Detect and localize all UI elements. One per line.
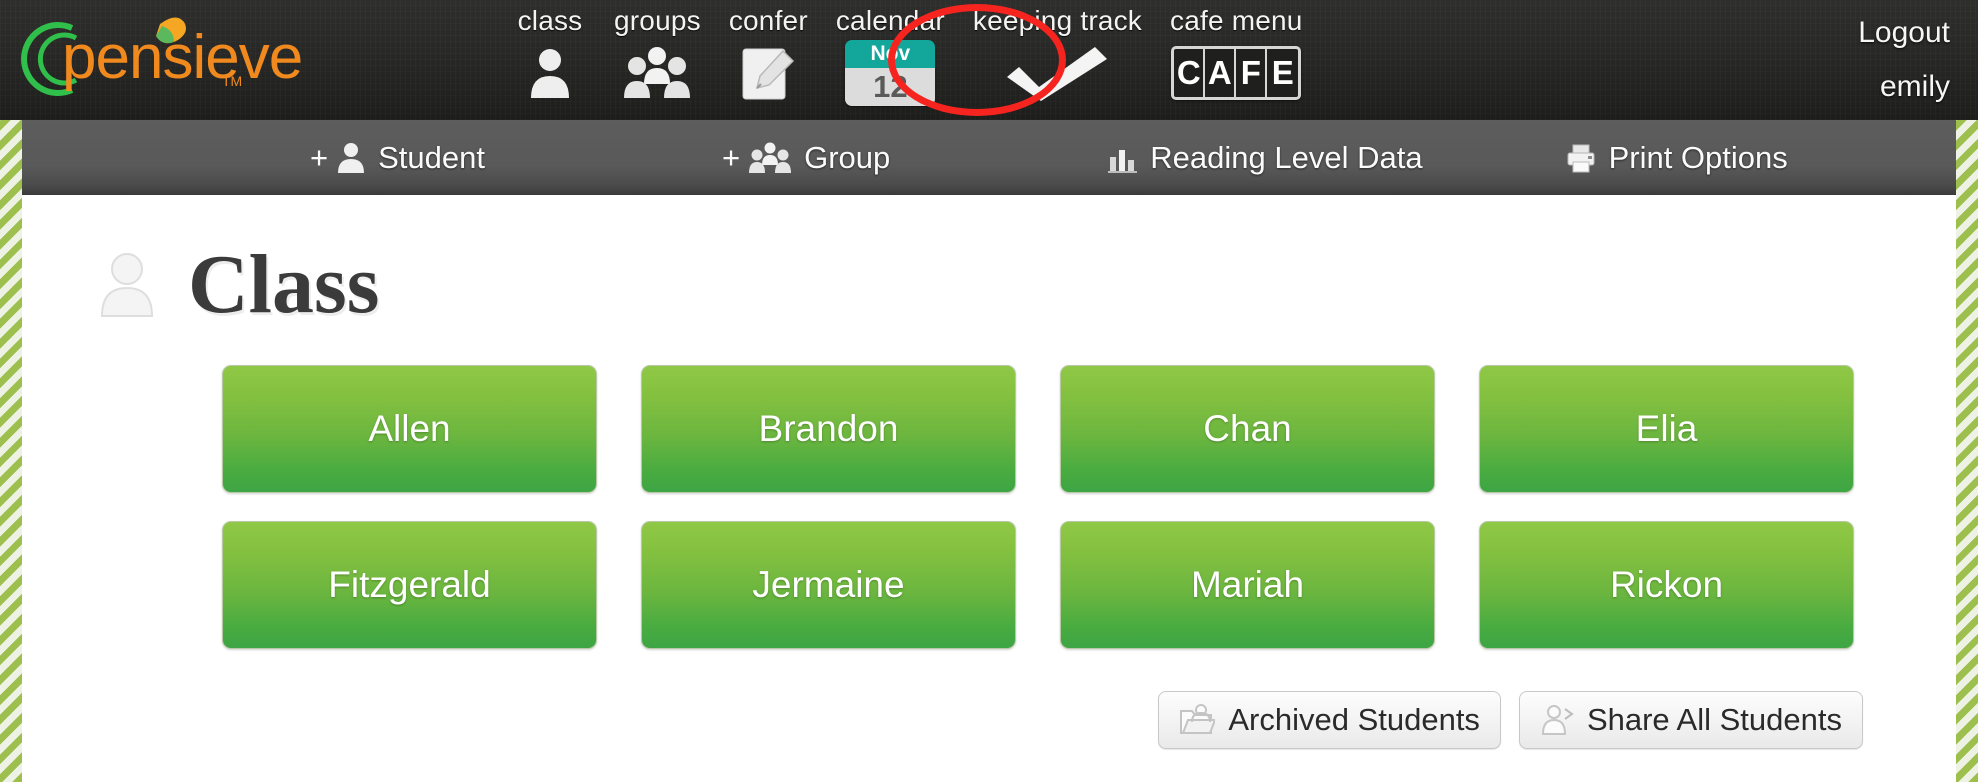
add-student-label: Student [378, 139, 485, 175]
print-options-label: Print Options [1608, 139, 1788, 175]
pensieve-logo[interactable]: pensieve TM [10, 6, 330, 112]
add-person-icon [336, 141, 366, 175]
student-button[interactable]: Brandon [641, 365, 1016, 493]
add-group-icon [748, 141, 792, 175]
cafe-letter-c: C [1174, 49, 1206, 97]
student-name: Elia [1635, 408, 1698, 449]
nav-item-confer[interactable]: confer [715, 0, 822, 104]
add-group-label: Group [804, 139, 891, 175]
student-name: Fitzgerald [328, 564, 491, 605]
nav-item-groups[interactable]: groups [600, 0, 715, 104]
page-person-icon [96, 250, 158, 320]
nav-label-cafe-menu: cafe menu [1170, 5, 1303, 36]
nav-item-cafe-menu[interactable]: cafe menu C A F E [1156, 0, 1317, 104]
archived-students-button[interactable]: Archived Students [1158, 691, 1501, 749]
nav-item-class[interactable]: class [500, 0, 600, 104]
add-group-button[interactable]: + Group [722, 140, 890, 176]
cafe-letter-f: F [1236, 49, 1268, 97]
printer-icon [1565, 142, 1597, 174]
archived-students-label: Archived Students [1228, 702, 1480, 737]
student-name: Chan [1203, 408, 1292, 449]
nav-item-keeping-track[interactable]: keeping track [959, 0, 1156, 104]
logout-link[interactable]: Logout [1858, 17, 1950, 49]
student-button[interactable]: Chan [1060, 365, 1435, 493]
folder-person-icon [1179, 703, 1216, 737]
checkmark-icon [1001, 42, 1113, 104]
footer-actions: Archived Students Share All Students [22, 649, 1956, 749]
user-menu: Logout emily [1858, 0, 1950, 120]
student-name: Allen [368, 408, 451, 449]
cafe-letter-a: A [1205, 49, 1237, 97]
page-title: Class [188, 238, 380, 331]
student-name: Mariah [1190, 564, 1305, 605]
nav-label-confer: confer [728, 5, 808, 36]
group-icon [622, 42, 692, 104]
student-button[interactable]: Allen [222, 365, 597, 493]
add-student-button[interactable]: + Student [310, 140, 485, 176]
share-all-students-label: Share All Students [1586, 702, 1842, 737]
left-striped-rail [0, 120, 22, 782]
print-options-button[interactable]: Print Options [1565, 139, 1788, 175]
student-button[interactable]: Jermaine [641, 521, 1016, 649]
reading-level-data-label: Reading Level Data [1150, 139, 1423, 175]
trademark-mark: TM [222, 73, 242, 89]
username-label[interactable]: emily [1880, 71, 1950, 103]
person-icon [521, 42, 579, 104]
student-name: Brandon [758, 408, 899, 449]
share-all-students-button[interactable]: Share All Students [1518, 691, 1863, 749]
student-name: Rickon [1609, 564, 1724, 605]
nav-label-calendar: calendar [835, 5, 945, 36]
action-toolbar: + Student + Group Reading Level Data Pri… [22, 120, 1956, 195]
calendar-month: Nov [845, 40, 936, 68]
person-share-icon [1540, 703, 1574, 737]
nav-label-class: class [517, 5, 583, 36]
top-header: pensieve TM class groups confer calendar… [0, 0, 1978, 120]
add-group-prefix: + [721, 139, 741, 175]
main-nav: class groups confer calendar Nov 12 keep… [500, 0, 1317, 120]
student-name: Jermaine [752, 564, 905, 605]
main-content: Class Allen Brandon Chan Elia Fitzgerald… [22, 195, 1956, 782]
nav-label-groups: groups [614, 5, 701, 36]
student-button[interactable]: Rickon [1479, 521, 1854, 649]
calendar-day: 12 [845, 68, 936, 106]
student-grid: Allen Brandon Chan Elia Fitzgerald Jerma… [22, 365, 1956, 649]
student-button[interactable]: Mariah [1060, 521, 1435, 649]
student-button[interactable]: Fitzgerald [222, 521, 597, 649]
add-student-prefix: + [310, 139, 329, 175]
student-button[interactable]: Elia [1479, 365, 1854, 493]
right-striped-rail [1956, 120, 1978, 782]
calendar-icon: Nov 12 [845, 40, 936, 106]
reading-level-data-button[interactable]: Reading Level Data [1108, 139, 1423, 175]
cafe-letter-e: E [1271, 54, 1294, 91]
page-header: Class [22, 195, 1956, 327]
note-pencil-icon [737, 42, 799, 104]
nav-item-calendar[interactable]: calendar Nov 12 [822, 0, 959, 106]
nav-label-keeping-track: keeping track [972, 5, 1143, 36]
bar-chart-icon [1108, 143, 1138, 173]
cafe-icon: C A F E [1171, 42, 1302, 104]
